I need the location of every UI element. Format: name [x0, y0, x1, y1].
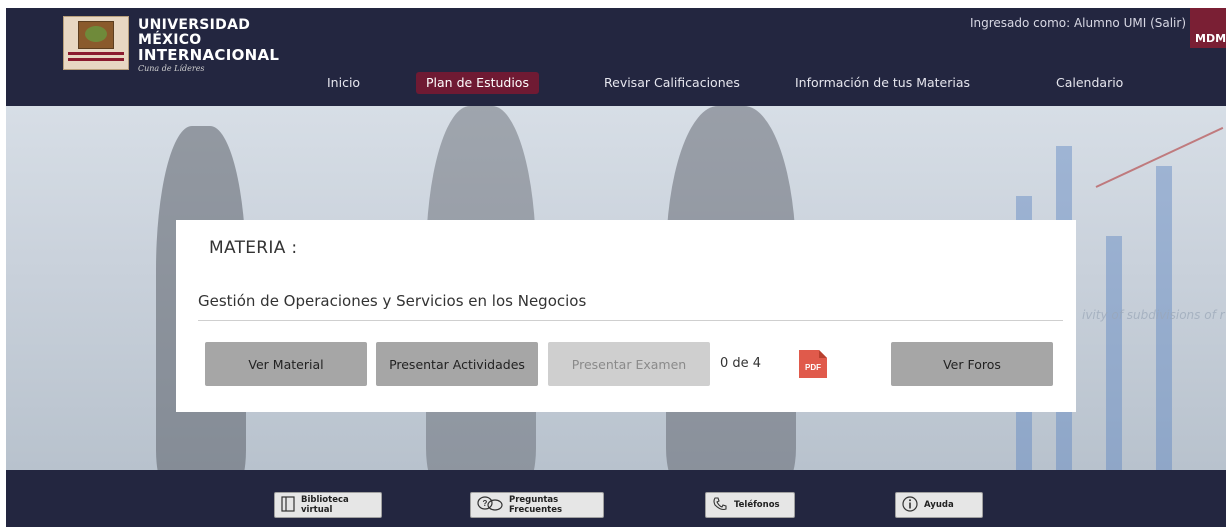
ver-material-button[interactable]: Ver Material: [205, 342, 367, 386]
presentar-examen-button[interactable]: Presentar Examen: [548, 342, 710, 386]
exam-attempts-counter: 0 de 4: [720, 356, 762, 371]
mdm-badge-label: MDM: [1195, 32, 1226, 45]
course-name: Gestión de Operaciones y Servicios en lo…: [198, 292, 587, 310]
chat-bubbles-icon: ?: [477, 495, 503, 515]
nav-revisar-calificaciones[interactable]: Revisar Calificaciones: [604, 72, 740, 94]
nav-calendario[interactable]: Calendario: [1056, 72, 1123, 94]
nav-informacion-materias[interactable]: Información de tus Materias: [795, 72, 970, 94]
footer-item-label: Preguntas Frecuentes: [509, 495, 563, 515]
biblioteca-virtual-button[interactable]: Biblioteca virtual: [274, 492, 382, 518]
nav-plan-de-estudios[interactable]: Plan de Estudios: [416, 72, 539, 94]
materia-label: MATERIA :: [209, 238, 298, 258]
chart-bar: [1106, 236, 1122, 470]
footer-bar: [6, 470, 1226, 527]
user-login-info[interactable]: Ingresado como: Alumno UMI (Salir): [970, 16, 1186, 30]
phone-icon: [712, 496, 728, 515]
svg-text:?: ?: [483, 499, 488, 508]
university-name: UNIVERSIDAD MÉXICO INTERNACIONAL: [138, 17, 280, 64]
nav-inicio[interactable]: Inicio: [327, 72, 360, 94]
footer-item-label: Teléfonos: [734, 500, 780, 510]
background-text: ivity of subdivisions of r: [1082, 308, 1225, 322]
university-logo[interactable]: [63, 16, 129, 70]
footer-item-label: Ayuda: [924, 500, 954, 510]
telefonos-button[interactable]: Teléfonos: [705, 492, 795, 518]
presentar-actividades-button[interactable]: Presentar Actividades: [376, 342, 538, 386]
course-card: MATERIA : Gestión de Operaciones y Servi…: [176, 220, 1076, 412]
tree-emblem-icon: [78, 21, 114, 49]
svg-text:PDF: PDF: [805, 363, 821, 372]
ver-foros-button[interactable]: Ver Foros: [891, 342, 1053, 386]
preguntas-frecuentes-button[interactable]: ? Preguntas Frecuentes: [470, 492, 604, 518]
university-motto: Cuna de Líderes: [138, 64, 205, 73]
pdf-icon[interactable]: PDF: [797, 348, 829, 380]
book-icon: [281, 495, 295, 515]
info-icon: [902, 495, 918, 515]
divider: [198, 320, 1063, 321]
footer-item-label: Biblioteca virtual: [301, 495, 349, 515]
ayuda-button[interactable]: Ayuda: [895, 492, 983, 518]
